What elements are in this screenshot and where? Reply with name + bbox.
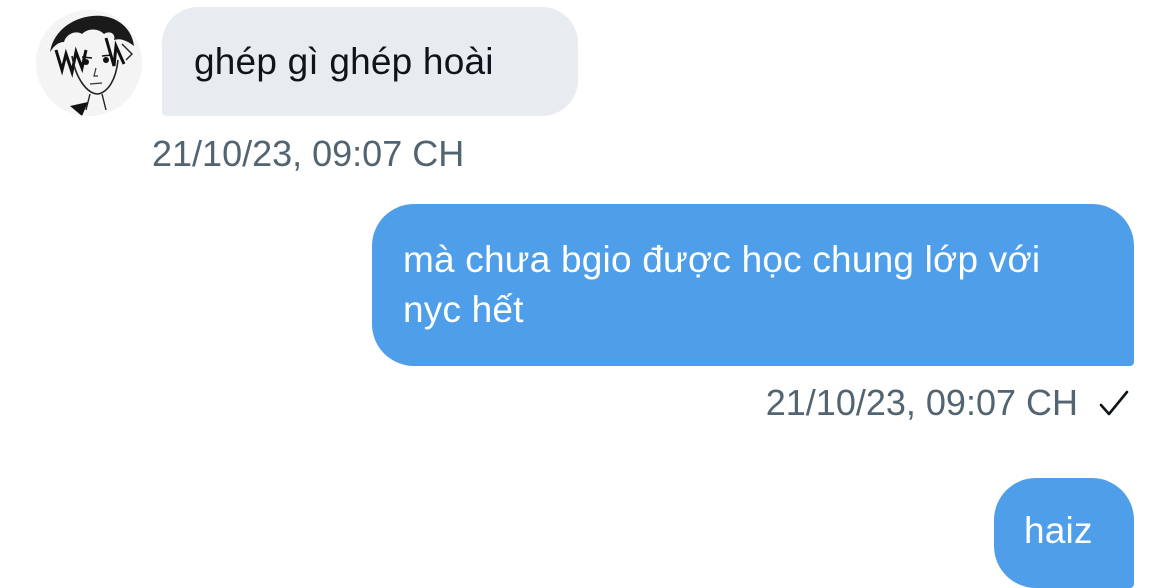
- message-bubble-outgoing[interactable]: mà chưa bgio được học chung lớp với nyc …: [372, 204, 1134, 366]
- message-timestamp: 21/10/23, 09:07 CH: [765, 382, 1078, 423]
- message-timestamp: 21/10/23, 09:07 CH: [152, 133, 465, 174]
- message-bubble-incoming[interactable]: ghép gì ghép hoài: [162, 7, 578, 116]
- message-text: ghép gì ghép hoài: [194, 41, 494, 82]
- message-text: haiz: [1024, 510, 1093, 551]
- manga-portrait-avatar-icon: [36, 10, 142, 116]
- checkmark-icon: [1099, 390, 1129, 416]
- avatar[interactable]: [36, 10, 142, 116]
- message-meta: 21/10/23, 09:07 CH: [766, 381, 1130, 425]
- message-text: mà chưa bgio được học chung lớp với nyc …: [403, 239, 1041, 330]
- message-bubble-outgoing[interactable]: haiz: [994, 478, 1134, 588]
